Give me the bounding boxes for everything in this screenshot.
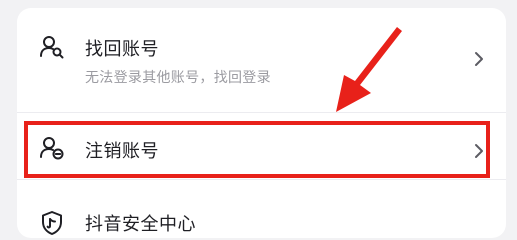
shield-icon	[42, 211, 62, 235]
user-search-icon	[40, 36, 64, 59]
recover-account-title: 找回账号	[85, 39, 159, 60]
recover-account-item[interactable]: 找回账号 无法登录其他账号，找回登录	[17, 8, 506, 112]
security-center-title: 抖音安全中心	[85, 214, 196, 235]
chevron-right-icon	[475, 52, 483, 66]
security-center-item[interactable]: 抖音安全中心	[17, 180, 506, 238]
highlight-box	[24, 121, 490, 178]
recover-account-subtitle: 无法登录其他账号，找回登录	[85, 70, 271, 86]
